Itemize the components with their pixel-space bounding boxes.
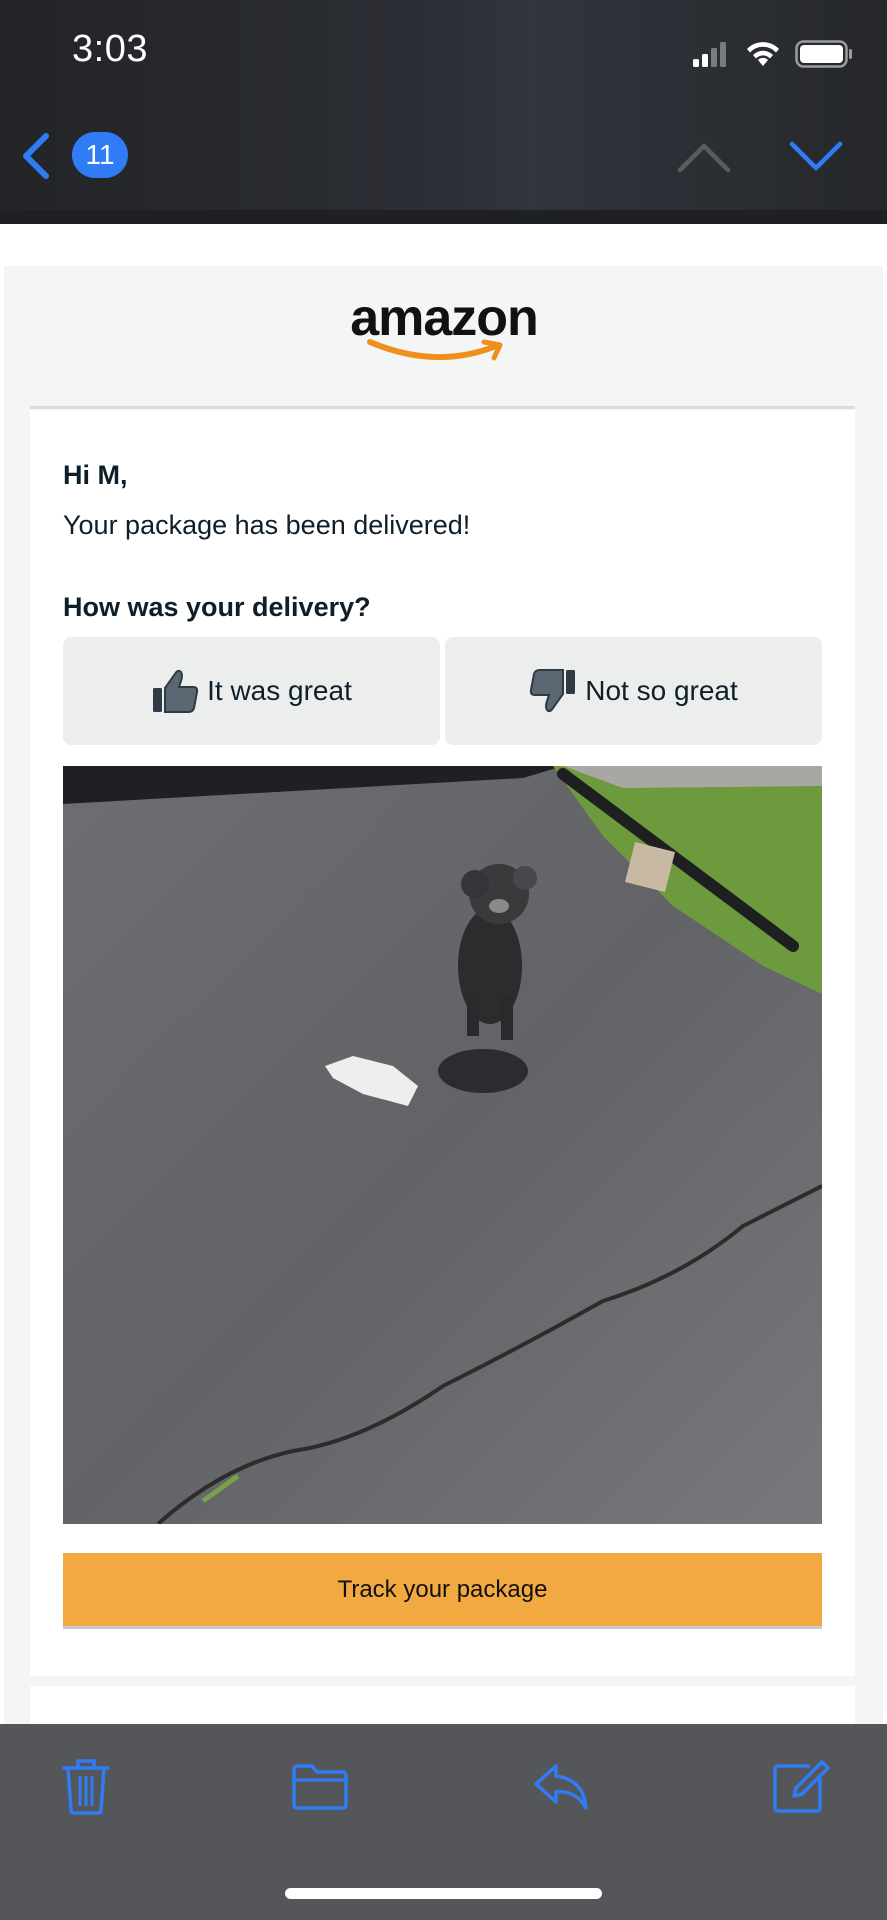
reply-icon (534, 1764, 588, 1810)
home-indicator[interactable] (285, 1888, 602, 1899)
back-chevron-icon (23, 133, 49, 179)
previous-message-button[interactable] (676, 138, 732, 174)
greeting: Hi M, (63, 460, 128, 490)
delivery-photo[interactable] (63, 766, 822, 1524)
move-to-folder-button[interactable] (290, 1756, 350, 1816)
reply-button[interactable] (530, 1756, 590, 1816)
battery-icon (795, 40, 852, 68)
header-divider (0, 210, 887, 224)
trash-button[interactable] (56, 1756, 116, 1816)
card-gap (30, 1676, 855, 1686)
feedback-great-label: It was great (207, 675, 352, 706)
feedback-not-great-label: Not so great (585, 675, 738, 706)
delivery-message: Your package has been delivered! (63, 510, 471, 540)
unread-count-badge[interactable]: 11 (72, 132, 128, 178)
mail-top-bar: 3:03 11 (0, 0, 887, 210)
compose-icon (773, 1760, 830, 1813)
signal-icon (693, 42, 726, 67)
status-time: 3:03 (72, 28, 148, 70)
thumbs-up-icon (153, 669, 199, 713)
thumbs-down-icon (530, 669, 576, 713)
track-package-button[interactable]: Track your package (63, 1553, 822, 1629)
delivery-photo-image (63, 766, 822, 1524)
wifi-icon (747, 42, 779, 66)
feedback-great-button[interactable]: It was great (63, 637, 440, 745)
next-message-button[interactable] (788, 138, 844, 174)
trash-icon (62, 1759, 110, 1815)
back-button[interactable] (18, 130, 54, 182)
chevron-up-icon (677, 143, 731, 173)
next-card (30, 1686, 855, 1726)
chevron-down-icon (789, 141, 843, 171)
compose-button[interactable] (770, 1756, 830, 1816)
amazon-smile-icon (367, 339, 503, 361)
feedback-question: How was your delivery? (63, 592, 371, 622)
amazon-logo[interactable]: amazon (338, 292, 550, 368)
feedback-not-great-button[interactable]: Not so great (445, 637, 822, 745)
status-icons (691, 38, 853, 70)
header-rule (30, 406, 855, 409)
folder-icon (292, 1764, 348, 1810)
